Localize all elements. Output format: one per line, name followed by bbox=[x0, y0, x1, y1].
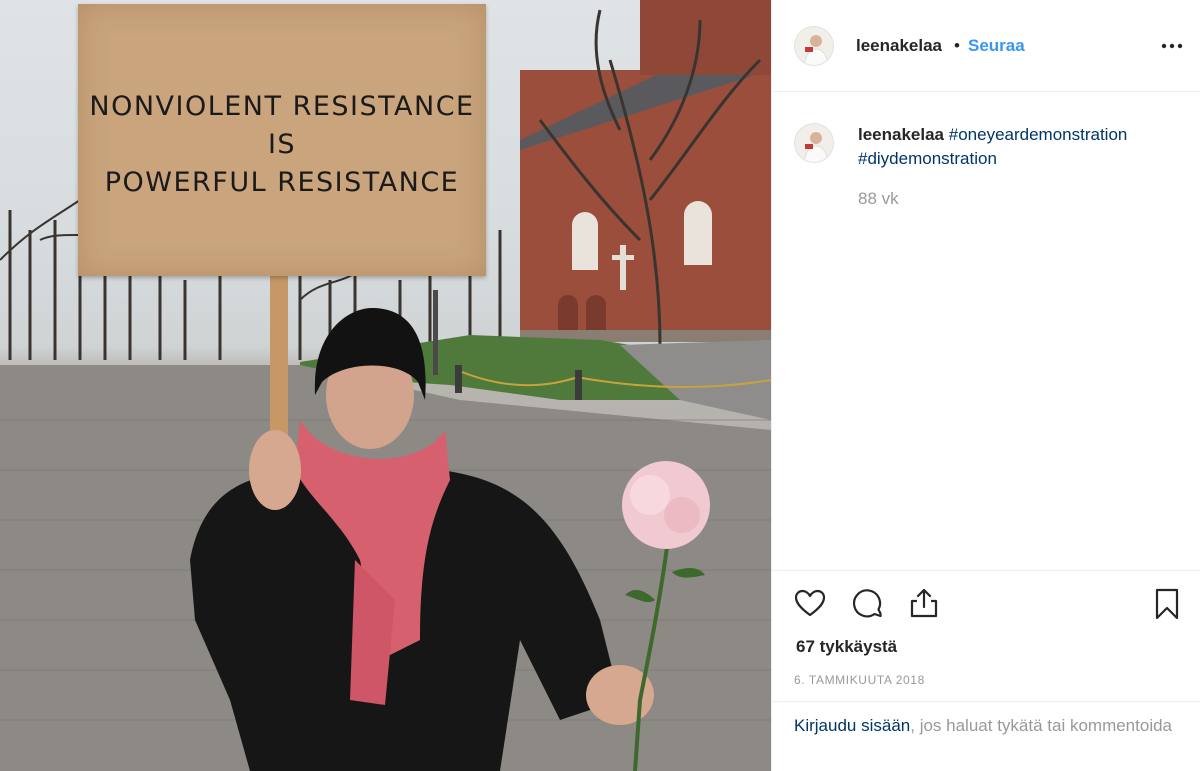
sign-text: NONVIOLENT RESISTANCE IS POWERFUL RESIST… bbox=[78, 88, 486, 202]
post-header: leenakelaa • Seuraa bbox=[772, 0, 1200, 92]
login-link[interactable]: Kirjaudu sisään bbox=[794, 716, 910, 735]
likes-count[interactable]: 67 tykkäystä bbox=[796, 637, 897, 657]
lamp-post bbox=[433, 290, 438, 375]
caption-username[interactable]: leenakelaa bbox=[858, 125, 944, 144]
caption-timestamp[interactable]: 88 vk bbox=[858, 189, 899, 209]
avatar[interactable] bbox=[794, 123, 834, 163]
post-date[interactable]: 6. TAMMIKUUTA 2018 bbox=[794, 673, 925, 687]
login-rest-text: , jos haluat tykätä tai kommentoida bbox=[910, 716, 1172, 735]
heart-icon[interactable] bbox=[793, 587, 827, 621]
avatar[interactable] bbox=[794, 26, 834, 66]
login-text: Kirjaudu sisään, jos haluat tykätä tai k… bbox=[794, 714, 1174, 738]
comment-icon[interactable] bbox=[851, 587, 885, 621]
sign-line: IS bbox=[267, 129, 297, 160]
left-hand bbox=[249, 430, 301, 510]
hashtag-link[interactable]: #oneyeardemonstration bbox=[949, 125, 1128, 144]
sign-line: NONVIOLENT RESISTANCE bbox=[89, 91, 475, 122]
hashtag-link[interactable]: #diydemonstration bbox=[858, 149, 997, 168]
share-icon[interactable] bbox=[907, 586, 941, 620]
sign-line: POWERFUL RESISTANCE bbox=[104, 167, 460, 198]
more-horizontal-icon[interactable] bbox=[1160, 38, 1184, 54]
bookmark-icon[interactable] bbox=[1150, 587, 1184, 621]
post-actions: 67 tykkäystä 6. TAMMIKUUTA 2018 Kirjaudu… bbox=[772, 570, 1200, 771]
post-sidebar: leenakelaa • Seuraa leenakelaa #oneyeard… bbox=[771, 0, 1200, 771]
post-caption: leenakelaa #oneyeardemonstration #diydem… bbox=[858, 123, 1178, 171]
protest-sign: NONVIOLENT RESISTANCE IS POWERFUL RESIST… bbox=[78, 4, 486, 276]
follow-button[interactable]: Seuraa bbox=[968, 36, 1025, 56]
post-photo[interactable]: NONVIOLENT RESISTANCE IS POWERFUL RESIST… bbox=[0, 0, 771, 771]
church-building bbox=[520, 0, 771, 342]
header-username[interactable]: leenakelaa bbox=[856, 36, 942, 56]
separator-dot: • bbox=[954, 36, 960, 55]
login-prompt: Kirjaudu sisään, jos haluat tykätä tai k… bbox=[772, 701, 1200, 771]
